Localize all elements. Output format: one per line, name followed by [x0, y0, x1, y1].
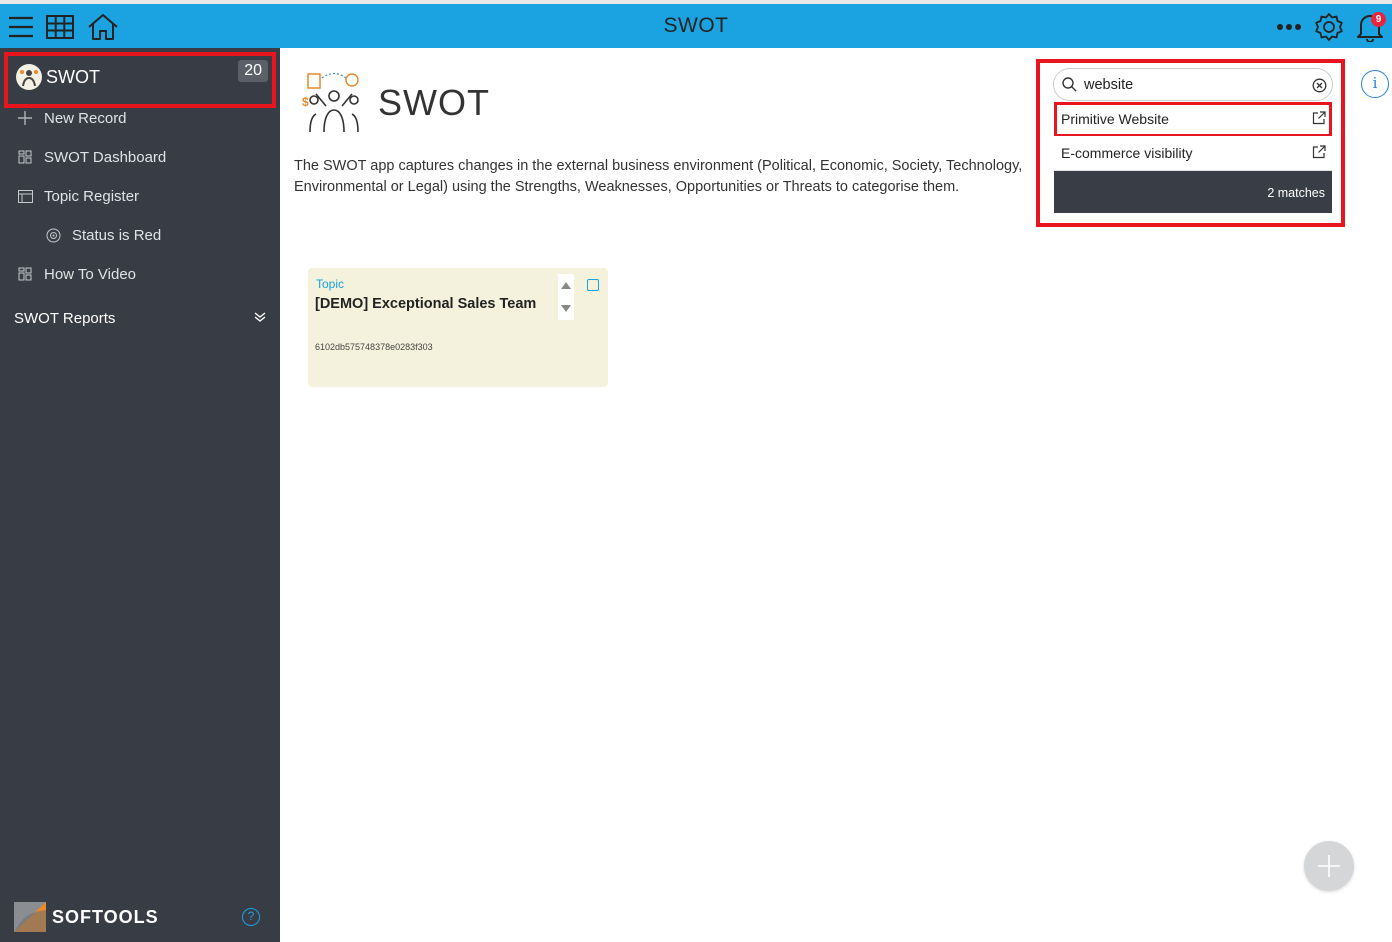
notification-badge: 9 [1371, 12, 1386, 27]
sidebar-item-new-record[interactable]: New Record [0, 100, 280, 136]
record-card[interactable]: Topic [DEMO] Exceptional Sales Team 6102… [308, 268, 608, 387]
target-icon [44, 226, 62, 244]
app-description: The SWOT app captures changes in the ext… [294, 158, 1023, 195]
sidebar-item-label: New Record [44, 109, 127, 127]
search-box[interactable] [1053, 68, 1333, 101]
register-icon [16, 187, 34, 205]
sidebar-item-status-is-red[interactable]: Status is Red [0, 217, 280, 253]
top-bar: SWOT 9 [0, 0, 1392, 48]
plus-icon [16, 109, 34, 127]
brand-name: SOFTOOLS [52, 906, 159, 927]
sidebar-item-label: How To Video [44, 265, 137, 283]
softools-logo-icon [14, 902, 46, 932]
external-link-icon[interactable] [1312, 145, 1326, 162]
search-icon [1062, 77, 1077, 97]
softools-brand: SOFTOOLS [14, 902, 159, 932]
add-record-button[interactable] [1304, 841, 1354, 891]
arrow-down-icon[interactable] [561, 305, 571, 312]
card-select-checkbox[interactable] [587, 279, 599, 291]
external-link-icon[interactable] [1312, 111, 1326, 128]
more-icon[interactable] [1272, 10, 1306, 44]
sidebar-item-label: SWOT Dashboard [44, 148, 167, 166]
record-count-badge: 20 [238, 60, 268, 82]
swot-reports-section[interactable]: SWOT Reports [14, 310, 266, 327]
card-sort-arrows [558, 274, 574, 320]
page-title: SWOT [663, 14, 729, 37]
dashboard-icon [16, 265, 34, 283]
card-title: [DEMO] Exceptional Sales Team [315, 296, 537, 312]
info-icon[interactable]: i [1361, 70, 1389, 98]
swot-logo-icon: $ [300, 70, 368, 134]
double-chevron-down-icon [254, 310, 266, 327]
plus-icon [1318, 855, 1340, 877]
arrow-up-icon[interactable] [561, 282, 571, 289]
settings-icon[interactable] [1312, 10, 1346, 44]
svg-text:$: $ [302, 95, 309, 109]
app-logo-icon [16, 64, 42, 90]
sidebar: SWOT 20 New Record SWOT Dashboard Topic … [0, 48, 280, 942]
card-record-id: 6102db575748378e0283f303 [315, 342, 433, 352]
dashboard-icon [16, 148, 34, 166]
sidebar-item-how-to-video[interactable]: How To Video [0, 256, 280, 292]
help-icon[interactable]: ? [242, 908, 260, 926]
search-match-count: 2 matches [1054, 171, 1332, 213]
bell-icon[interactable]: 9 [1353, 10, 1387, 44]
sidebar-item-label: Topic Register [44, 187, 140, 205]
app-title: SWOT [378, 82, 490, 123]
search-result-label: E-commerce visibility [1061, 145, 1193, 161]
search-result-item[interactable]: E-commerce visibility [1054, 136, 1332, 171]
search-result-label: Primitive Website [1061, 111, 1169, 127]
search-result-item[interactable]: Primitive Website [1054, 102, 1332, 137]
card-label: Topic [316, 277, 345, 291]
sidebar-item-topic-register[interactable]: Topic Register [0, 178, 280, 214]
sidebar-item-label: Status is Red [72, 226, 162, 244]
search-input[interactable] [1084, 75, 1304, 95]
reports-label: SWOT Reports [14, 310, 116, 327]
clear-search-icon[interactable] [1312, 78, 1327, 98]
app-name: SWOT [46, 67, 100, 87]
sidebar-item-swot-dashboard[interactable]: SWOT Dashboard [0, 139, 280, 175]
